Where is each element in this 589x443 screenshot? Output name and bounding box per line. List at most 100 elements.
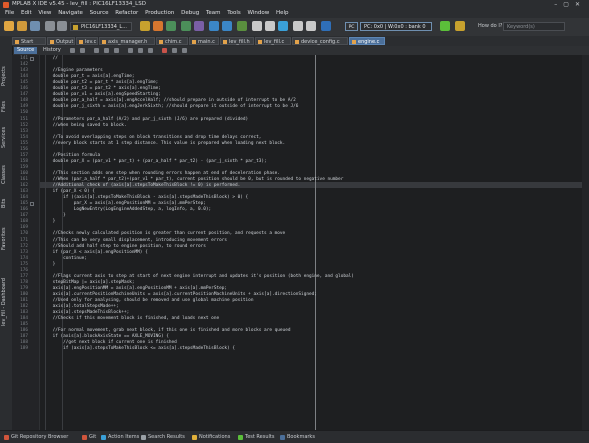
stop-macro-icon[interactable] [162, 48, 167, 53]
menu-tools[interactable]: Tools [227, 9, 241, 18]
menu-source[interactable]: Source [90, 9, 109, 18]
save-all-icon[interactable] [30, 21, 40, 31]
step-into-icon[interactable] [265, 21, 275, 31]
continue-icon[interactable] [306, 21, 316, 31]
keyword-search-input[interactable]: Keyword(s) [503, 22, 565, 31]
code-line[interactable]: LogNewEntry(LogEngineAddedStep, a, logIn… [42, 207, 211, 212]
code-line[interactable]: } [42, 213, 66, 218]
sidebar-files[interactable]: Files [1, 90, 11, 112]
code-line[interactable]: } [42, 262, 56, 267]
find-next-icon[interactable] [114, 48, 119, 53]
step-over-icon[interactable] [252, 21, 262, 31]
mcc-icon[interactable] [321, 21, 331, 31]
find-previous-icon[interactable] [104, 48, 109, 53]
tab-device-config-c[interactable]: device_config.c [292, 37, 348, 45]
tab-output[interactable]: Output [47, 37, 75, 45]
code-line[interactable]: //This can be very small displacement, i… [42, 238, 227, 243]
code-line[interactable]: double par_t2 = par_t * axis[a].engTime; [42, 80, 159, 85]
code-line[interactable]: //get next block if current one is finis… [42, 340, 177, 345]
code-line[interactable]: //Checks newly calculated position is gr… [42, 231, 286, 236]
comment-icon[interactable] [172, 48, 177, 53]
fold-toggle-icon[interactable] [30, 57, 34, 61]
code-line[interactable]: double par_v1 = axis[a].engSpeedStarting… [42, 92, 161, 97]
sidebar-dashboard[interactable]: lev_fill - Dashboard [1, 256, 11, 326]
code-line[interactable]: if (axis[a].stepsToMakeThisBlock <= axis… [42, 346, 235, 351]
menu-edit[interactable]: Edit [21, 9, 32, 18]
program-device-icon[interactable] [209, 21, 219, 31]
code-line[interactable]: //For normal movement, grab next block, … [42, 328, 291, 333]
menu-refactor[interactable]: Refactor [115, 9, 138, 18]
code-line[interactable]: //Flags current axis to step at start of… [42, 274, 354, 279]
action-items-tab[interactable]: Action Items [101, 431, 139, 443]
code-line[interactable]: //Should add half step to engine positio… [42, 244, 206, 249]
debug-pause-icon[interactable] [293, 21, 303, 31]
git-repository-browser-tab[interactable]: Git Repository Browser [4, 431, 68, 443]
dashboard-icon[interactable] [455, 21, 465, 31]
sidebar-classes[interactable]: Classes [1, 154, 11, 184]
code-line[interactable]: //When (par_a_half * par_t2)+(par_v1 * p… [42, 177, 344, 182]
window-controls[interactable]: –▢✕ [554, 0, 586, 9]
code-line[interactable]: if (par_X < 0) { [42, 189, 95, 194]
code-line[interactable]: } [42, 219, 56, 224]
source-view-button[interactable]: Source [14, 47, 38, 54]
code-line[interactable]: //every block starts at 1 step distance.… [42, 141, 286, 146]
menu-debug[interactable]: Debug [181, 9, 199, 18]
fold-toggle-icon[interactable] [30, 202, 34, 207]
back-icon[interactable] [70, 48, 75, 53]
code-line[interactable]: double par_a_half = axis[a].engAccelHalf… [42, 98, 296, 103]
search-results-tab[interactable]: Search Results [141, 431, 185, 443]
code-line[interactable]: //To avoid overlapping steps on block tr… [42, 135, 262, 140]
code-line[interactable]: continue; [42, 256, 87, 261]
code-line[interactable]: //This section adds one step when roundi… [42, 171, 280, 176]
git-tab[interactable]: Git [82, 431, 96, 443]
tab-lev-fill-c[interactable]: lev_fill.c [255, 37, 291, 45]
undo-icon[interactable] [45, 21, 55, 31]
code-line[interactable]: //Engine parameters [42, 68, 103, 73]
tab-start-page[interactable]: Start Page [12, 37, 46, 53]
menu-help[interactable]: Help [276, 9, 289, 18]
make-program-icon[interactable] [166, 21, 176, 31]
tab-main-c[interactable]: main.c [189, 37, 219, 45]
code-line[interactable]: //Checks if this movement block is finis… [42, 316, 220, 321]
tab-axis-manager-h[interactable]: axis_manager.h [99, 37, 155, 45]
menu-window[interactable]: Window [248, 9, 270, 18]
menu-navigate[interactable]: Navigate [58, 9, 83, 18]
hold-reset-icon[interactable] [237, 21, 247, 31]
configuration-select[interactable]: PIC16LF13334_L... [70, 22, 132, 31]
code-line[interactable]: axis[a].engPositionMM = axis[a].engPosit… [42, 286, 227, 291]
code-line[interactable]: //Parameters par_a_half (A/2) and par_j_… [42, 117, 249, 122]
code-line[interactable]: //Used only for analysing, should be rem… [42, 298, 254, 303]
notifications-tab[interactable]: Notifications [192, 431, 230, 443]
code-line[interactable]: double par_t3 = par_t2 * axis[a].engTime… [42, 86, 161, 91]
debug-icon[interactable] [194, 21, 204, 31]
forward-icon[interactable] [80, 48, 85, 53]
code-line[interactable]: //when being saved to block. [42, 123, 127, 128]
tab-lev-c[interactable]: lev.c [76, 37, 98, 45]
code-line[interactable]: stepBitMap |= axis[a].stepMask; [42, 280, 135, 285]
code-line[interactable]: //Position formula [42, 153, 101, 158]
code-line[interactable]: axis[a].currentPositionMachineUnits = ax… [42, 292, 317, 297]
code-line[interactable]: double par_X = (par_v1 * par_t) + (par_a… [42, 159, 267, 164]
code-line[interactable]: axis[a].totalStepsMade++; [42, 304, 119, 309]
menu-production[interactable]: Production [145, 9, 174, 18]
new-file-icon[interactable] [4, 21, 14, 31]
sidebar-bits[interactable]: Bits [1, 190, 11, 208]
tab-engine-c[interactable]: engine.c [349, 37, 385, 45]
code-line[interactable]: //Additional check of (axis[a].stepsToMa… [42, 183, 241, 188]
code-editor[interactable]: 141 142 143 144 145 146 147 148 149 150 151 152 153 1… [12, 55, 589, 430]
find-icon[interactable] [94, 48, 99, 53]
shift-right-icon[interactable] [148, 48, 153, 53]
menu-file[interactable]: File [5, 9, 14, 18]
bookmarks-tab[interactable]: Bookmarks [280, 431, 315, 443]
code-line[interactable]: par_X = axis[a].engPositionMM = axis[a].… [42, 201, 206, 206]
history-view-button[interactable]: History [40, 47, 64, 54]
code-line[interactable]: if ((axis[a].stepsToMakeThisBlock - axis… [42, 195, 248, 200]
code-line[interactable]: double par_j_sixth = axis[a].engJerkSixt… [42, 104, 299, 109]
check-icon[interactable] [440, 21, 450, 31]
toggle-bookmark-icon[interactable] [128, 48, 133, 53]
code-line[interactable]: axis[a].stepsMadeThisBlock++; [42, 310, 130, 315]
menu-view[interactable]: View [38, 9, 51, 18]
redo-icon[interactable] [57, 21, 67, 31]
sidebar-services[interactable]: Services [1, 116, 11, 148]
open-project-icon[interactable] [17, 21, 27, 31]
